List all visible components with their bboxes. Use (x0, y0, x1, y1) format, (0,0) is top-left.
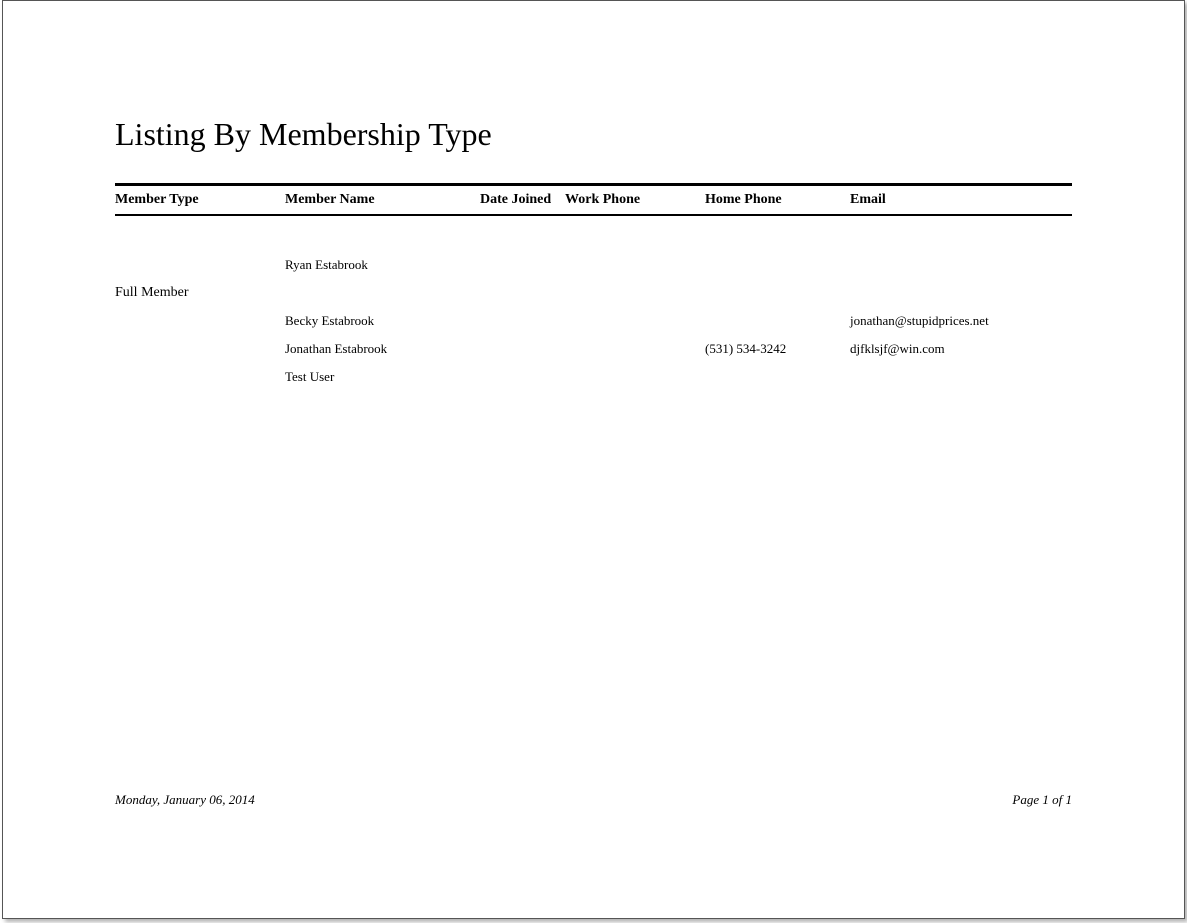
cell-home-phone (705, 369, 850, 385)
footer-date: Monday, January 06, 2014 (115, 792, 255, 808)
group-label: Full Member (115, 285, 285, 301)
cell-date-joined (480, 313, 565, 329)
cell-member-type (115, 369, 285, 385)
table-row: Becky Estabrook jonathan@stupidprices.ne… (115, 307, 1072, 335)
table-body: Ryan Estabrook Full Member Becky Estabro… (115, 216, 1072, 391)
footer-page: Page 1 of 1 (1012, 792, 1072, 808)
cell-home-phone (705, 257, 850, 273)
report-title: Listing By Membership Type (115, 116, 1072, 153)
header-home-phone: Home Phone (705, 192, 850, 208)
cell-member-name: Test User (285, 369, 480, 385)
cell-email: jonathan@stupidprices.net (850, 313, 1072, 329)
cell-member-type (115, 341, 285, 357)
table-row: Ryan Estabrook (115, 251, 1072, 279)
header-member-name: Member Name (285, 192, 480, 208)
table-row: Jonathan Estabrook (531) 534-3242 djfkls… (115, 335, 1072, 363)
cell-date-joined (480, 369, 565, 385)
cell-date-joined (480, 341, 565, 357)
cell-email (850, 257, 1072, 273)
table-header-row: Member Type Member Name Date Joined Work… (115, 183, 1072, 216)
cell-email (850, 369, 1072, 385)
cell-member-type (115, 313, 285, 329)
cell-work-phone (565, 257, 705, 273)
group-header-row: Full Member (115, 279, 1072, 307)
table-row: Test User (115, 363, 1072, 391)
cell-member-name: Jonathan Estabrook (285, 341, 480, 357)
cell-date-joined (480, 257, 565, 273)
header-date-joined: Date Joined (480, 192, 565, 208)
cell-member-name: Ryan Estabrook (285, 257, 480, 273)
cell-work-phone (565, 341, 705, 357)
cell-member-type (115, 257, 285, 273)
cell-work-phone (565, 313, 705, 329)
cell-email: djfklsjf@win.com (850, 341, 1072, 357)
cell-home-phone (705, 313, 850, 329)
cell-home-phone: (531) 534-3242 (705, 341, 850, 357)
report-footer: Monday, January 06, 2014 Page 1 of 1 (115, 792, 1072, 808)
header-email: Email (850, 192, 1072, 208)
report-page: Listing By Membership Type Member Type M… (2, 0, 1185, 919)
header-member-type: Member Type (115, 192, 285, 208)
report-content: Listing By Membership Type Member Type M… (3, 1, 1184, 391)
header-work-phone: Work Phone (565, 192, 705, 208)
cell-member-name: Becky Estabrook (285, 313, 480, 329)
cell-work-phone (565, 369, 705, 385)
